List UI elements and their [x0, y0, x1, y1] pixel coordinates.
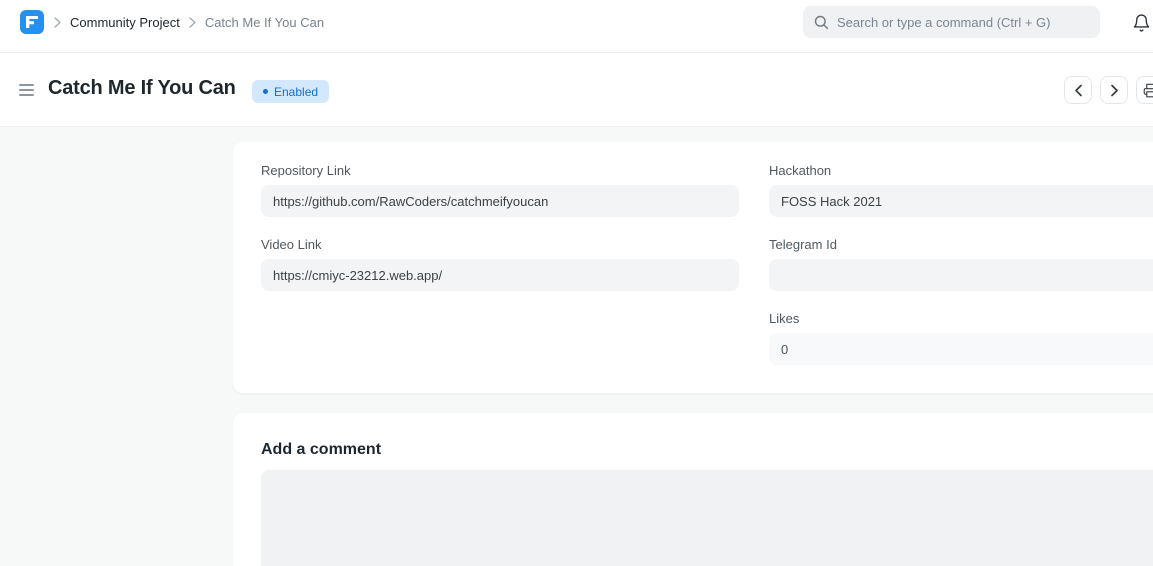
search-input[interactable] — [837, 15, 1089, 30]
form-section-card: Repository Link Video Link Hackathon Tel… — [233, 142, 1153, 393]
field-label: Likes — [769, 311, 1153, 326]
page-title: Catch Me If You Can — [48, 77, 236, 100]
printer-icon — [1143, 83, 1153, 98]
chevron-right-icon — [1110, 84, 1119, 97]
comment-input[interactable] — [261, 470, 1153, 566]
chevron-right-icon — [54, 17, 61, 28]
comments-section-card: Add a comment — [233, 413, 1153, 566]
menu-icon — [19, 89, 34, 91]
chevron-right-icon — [189, 17, 196, 28]
status-badge: Enabled — [252, 80, 329, 103]
breadcrumb-item-current-doc: Catch Me If You Can — [205, 15, 324, 30]
page-actions — [1064, 76, 1153, 104]
menu-icon — [19, 94, 34, 96]
global-search[interactable] — [803, 6, 1100, 38]
comments-heading: Add a comment — [261, 441, 1153, 459]
frappe-logo[interactable] — [20, 10, 44, 34]
search-icon — [814, 15, 829, 30]
hackathon-input[interactable] — [769, 185, 1153, 217]
previous-document-button[interactable] — [1064, 76, 1092, 104]
status-badge-label: Enabled — [274, 85, 318, 99]
field-hackathon: Hackathon — [769, 163, 1153, 217]
notifications-button[interactable] — [1132, 11, 1153, 35]
field-label: Repository Link — [261, 163, 739, 178]
bell-icon — [1132, 13, 1153, 33]
breadcrumb-item-community-project[interactable]: Community Project — [70, 15, 180, 30]
print-button[interactable] — [1136, 76, 1153, 104]
chevron-left-icon — [1074, 84, 1083, 97]
field-video-link: Video Link — [261, 237, 739, 291]
form-column-left: Repository Link Video Link — [261, 163, 739, 385]
form-grid: Repository Link Video Link Hackathon Tel… — [261, 163, 1153, 385]
form-column-right: Hackathon Telegram Id Likes — [769, 163, 1153, 385]
page-head: Catch Me If You Can Enabled — [0, 53, 1153, 127]
video-link-input[interactable] — [261, 259, 739, 291]
field-label: Telegram Id — [769, 237, 1153, 252]
frappe-logo-icon — [25, 15, 39, 29]
navbar: Community Project Catch Me If You Can — [0, 0, 1153, 53]
likes-input — [769, 333, 1153, 365]
repository-link-input[interactable] — [261, 185, 739, 217]
menu-icon — [19, 84, 34, 86]
field-telegram-id: Telegram Id — [769, 237, 1153, 291]
app-window: Community Project Catch Me If You Can — [0, 0, 1153, 566]
sidebar-toggle-button[interactable] — [19, 84, 34, 96]
field-label: Hackathon — [769, 163, 1153, 178]
field-repository-link: Repository Link — [261, 163, 739, 217]
field-label: Video Link — [261, 237, 739, 252]
field-likes: Likes — [769, 311, 1153, 365]
breadcrumb: Community Project Catch Me If You Can — [54, 0, 324, 45]
next-document-button[interactable] — [1100, 76, 1128, 104]
telegram-id-input[interactable] — [769, 259, 1153, 291]
status-dot-icon — [263, 89, 268, 94]
